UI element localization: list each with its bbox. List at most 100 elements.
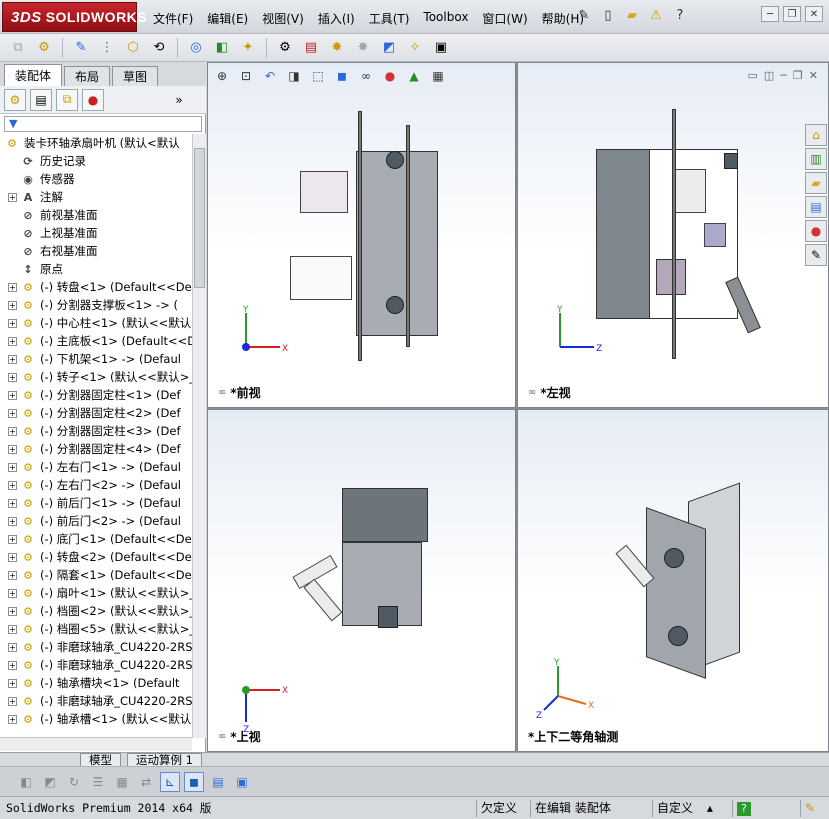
tree-part-item[interactable]: + ⚙ (-) 档圈<5> (默认<<默认>_	[8, 620, 192, 638]
menu-tools[interactable]: 工具(T)	[362, 8, 417, 29]
expand-icon[interactable]: +	[8, 408, 17, 418]
insert-component-icon[interactable]: ⧉	[8, 38, 28, 58]
viewport-top[interactable]: Z X ∞ *上视	[207, 409, 516, 752]
menu-file[interactable]: 文件(F)	[146, 8, 200, 29]
expand-icon[interactable]: +	[8, 606, 17, 616]
tile-horizontal-icon[interactable]: ▭	[747, 69, 757, 82]
expand-icon[interactable]: +	[8, 642, 17, 652]
expand-icon[interactable]: +	[8, 336, 17, 346]
list-icon[interactable]: ☰	[88, 772, 108, 792]
linear-pattern-icon[interactable]: ⋮	[97, 38, 117, 58]
tab-model[interactable]: 模型	[80, 752, 121, 767]
view-palette-icon[interactable]: ▤	[805, 196, 827, 218]
new-document-icon[interactable]: ▯	[599, 6, 617, 24]
exploded-view-icon[interactable]: ✸	[327, 38, 347, 58]
hide-show-items-icon[interactable]: ∞	[356, 66, 376, 86]
appearances-icon[interactable]: ●	[805, 220, 827, 242]
close-icon[interactable]: ✕	[805, 6, 823, 22]
calculate-icon[interactable]: ◧	[16, 772, 36, 792]
home-icon[interactable]: ⌂	[805, 124, 827, 146]
expand-icon[interactable]: +	[8, 498, 17, 508]
assembly-features-icon[interactable]: ◧	[212, 38, 232, 58]
expand-icon[interactable]: +	[8, 390, 17, 400]
custom-properties-icon[interactable]: ✎	[805, 244, 827, 266]
question-icon[interactable]: ?	[671, 6, 689, 24]
tree-part-item[interactable]: + ⚙ (-) 左右门<2> -> (Defaul	[8, 476, 181, 494]
tree-part-item[interactable]: + ⚙ (-) 主底板<1> (Default<<D	[8, 332, 192, 350]
zoom-to-fit-icon[interactable]: ⊕	[212, 66, 232, 86]
expand-icon[interactable]: +	[8, 480, 17, 490]
tree-part-item[interactable]: + ⚙ (-) 转子<1> (默认<<默认>_	[8, 368, 192, 386]
file-explorer-icon[interactable]: ▰	[805, 172, 827, 194]
expand-icon[interactable]: +	[8, 354, 17, 364]
apply-scene-icon[interactable]: ▲	[404, 66, 424, 86]
status-help[interactable]: ?	[732, 800, 762, 817]
save-icon[interactable]: ▣	[232, 772, 252, 792]
scrollbar-thumb[interactable]	[194, 148, 205, 288]
mate-icon[interactable]: ⚙	[34, 38, 54, 58]
warning-icon[interactable]: ⚠	[647, 6, 665, 24]
tree-part-item[interactable]: + ⚙ (-) 轴承槽块<1> (Default	[8, 674, 180, 692]
viewport-front[interactable]: ⊕ ⊡ ↶ ◨ ⬚ ◼ ∞ ● ▲ ▦ Y X ∞ *前视	[207, 62, 516, 408]
expand-icon[interactable]: +	[8, 444, 17, 454]
bill-of-materials-icon[interactable]: ▤	[301, 38, 321, 58]
tree-part-item[interactable]: + ⚙ (-) 前后门<1> -> (Defaul	[8, 494, 181, 512]
tree-part-item[interactable]: + ⚙ (-) 分割器固定柱<1> (Def	[8, 386, 181, 404]
tab-layout[interactable]: 布局	[64, 66, 111, 86]
tile-vertical-icon[interactable]: ◫	[764, 69, 774, 82]
expand-icon[interactable]: +	[8, 660, 17, 670]
menu-view[interactable]: 视图(V)	[255, 8, 311, 29]
tab-assembly[interactable]: 装配体	[4, 64, 63, 86]
restore-icon[interactable]: ❐	[783, 6, 801, 22]
expand-icon[interactable]: +	[8, 570, 17, 580]
tree-part-item[interactable]: + ⚙ (-) 下机架<1> -> (Defaul	[8, 350, 181, 368]
tree-part-item[interactable]: + ⚙ (-) 前后门<2> -> (Defaul	[8, 512, 181, 530]
filter-bar[interactable]: ▼	[4, 116, 202, 132]
tree-horizontal-scrollbar[interactable]	[0, 737, 192, 751]
menu-window[interactable]: 窗口(W)	[475, 8, 534, 29]
status-custom[interactable]: 自定义 ▴	[652, 800, 732, 817]
tree-feature-item[interactable]: ↕ 原点	[20, 260, 63, 278]
tree-part-item[interactable]: + ⚙ (-) 档圈<2> (默认<<默认>_	[8, 602, 192, 620]
previous-view-icon[interactable]: ↶	[260, 66, 280, 86]
pin-icon[interactable]: ✎	[575, 6, 593, 24]
table-icon[interactable]: ▤	[208, 772, 228, 792]
snapshot-icon[interactable]: ▣	[431, 38, 451, 58]
display-style-icon[interactable]: ◼	[332, 66, 352, 86]
feature-tree-icon[interactable]: ⚙	[4, 88, 26, 111]
tree-part-item[interactable]: + ⚙ (-) 非磨球轴承_CU4220-2RS	[8, 638, 192, 656]
viewport-left[interactable]: ▭ ◫ ─ ❐ ✕ Y Z ∞ *左视	[517, 62, 829, 408]
tree-vertical-scrollbar[interactable]	[192, 134, 206, 738]
expand-icon[interactable]: +	[8, 192, 17, 202]
interference-icon[interactable]: ◩	[379, 38, 399, 58]
display-manager-icon[interactable]: ●	[82, 88, 104, 111]
show-hidden-icon[interactable]: ◎	[186, 38, 206, 58]
expand-icon[interactable]: +	[8, 426, 17, 436]
instant3d-icon[interactable]: ✧	[405, 38, 425, 58]
tree-feature-item[interactable]: ⊘ 前视基准面	[20, 206, 97, 224]
expand-panel-icon[interactable]: »	[168, 89, 190, 111]
play-icon[interactable]: ◩	[40, 772, 60, 792]
grid-icon[interactable]: ▦	[112, 772, 132, 792]
solidworks-logo[interactable]: 3DS SOLIDWORKS	[2, 2, 147, 32]
tree-part-item[interactable]: + ⚙ (-) 分割器支撑板<1> -> (	[8, 296, 178, 314]
tree-part-item[interactable]: + ⚙ (-) 非磨球轴承_CU4220-2RS	[8, 656, 192, 674]
axis-icon[interactable]: ⊾	[160, 771, 180, 792]
stop-icon[interactable]: ↻	[64, 772, 84, 792]
rebuild-icon[interactable]: ✎	[800, 800, 828, 817]
zoom-area-icon[interactable]: ⊡	[236, 66, 256, 86]
rotate-component-icon[interactable]: ⟲	[149, 38, 169, 58]
tree-feature-item[interactable]: ⊘ 右视基准面	[20, 242, 97, 260]
tree-part-item[interactable]: + ⚙ (-) 轴承槽<1> (默认<<默认	[8, 710, 191, 728]
tab-sketch[interactable]: 草图	[112, 66, 159, 86]
menu-toolbox[interactable]: Toolbox	[416, 8, 475, 29]
tree-part-item[interactable]: + ⚙ (-) 左右门<1> -> (Defaul	[8, 458, 181, 476]
new-motion-study-icon[interactable]: ⚙	[275, 38, 295, 58]
vp-close-icon[interactable]: ✕	[809, 69, 818, 82]
expand-icon[interactable]: +	[8, 372, 17, 382]
vp-restore-icon[interactable]: ❐	[793, 69, 803, 82]
configuration-manager-icon[interactable]: ⧉	[56, 88, 78, 111]
tree-part-item[interactable]: + ⚙ (-) 非磨球轴承_CU4220-2RS	[8, 692, 192, 710]
expand-icon[interactable]: +	[8, 462, 17, 472]
expand-icon[interactable]: +	[8, 516, 17, 526]
